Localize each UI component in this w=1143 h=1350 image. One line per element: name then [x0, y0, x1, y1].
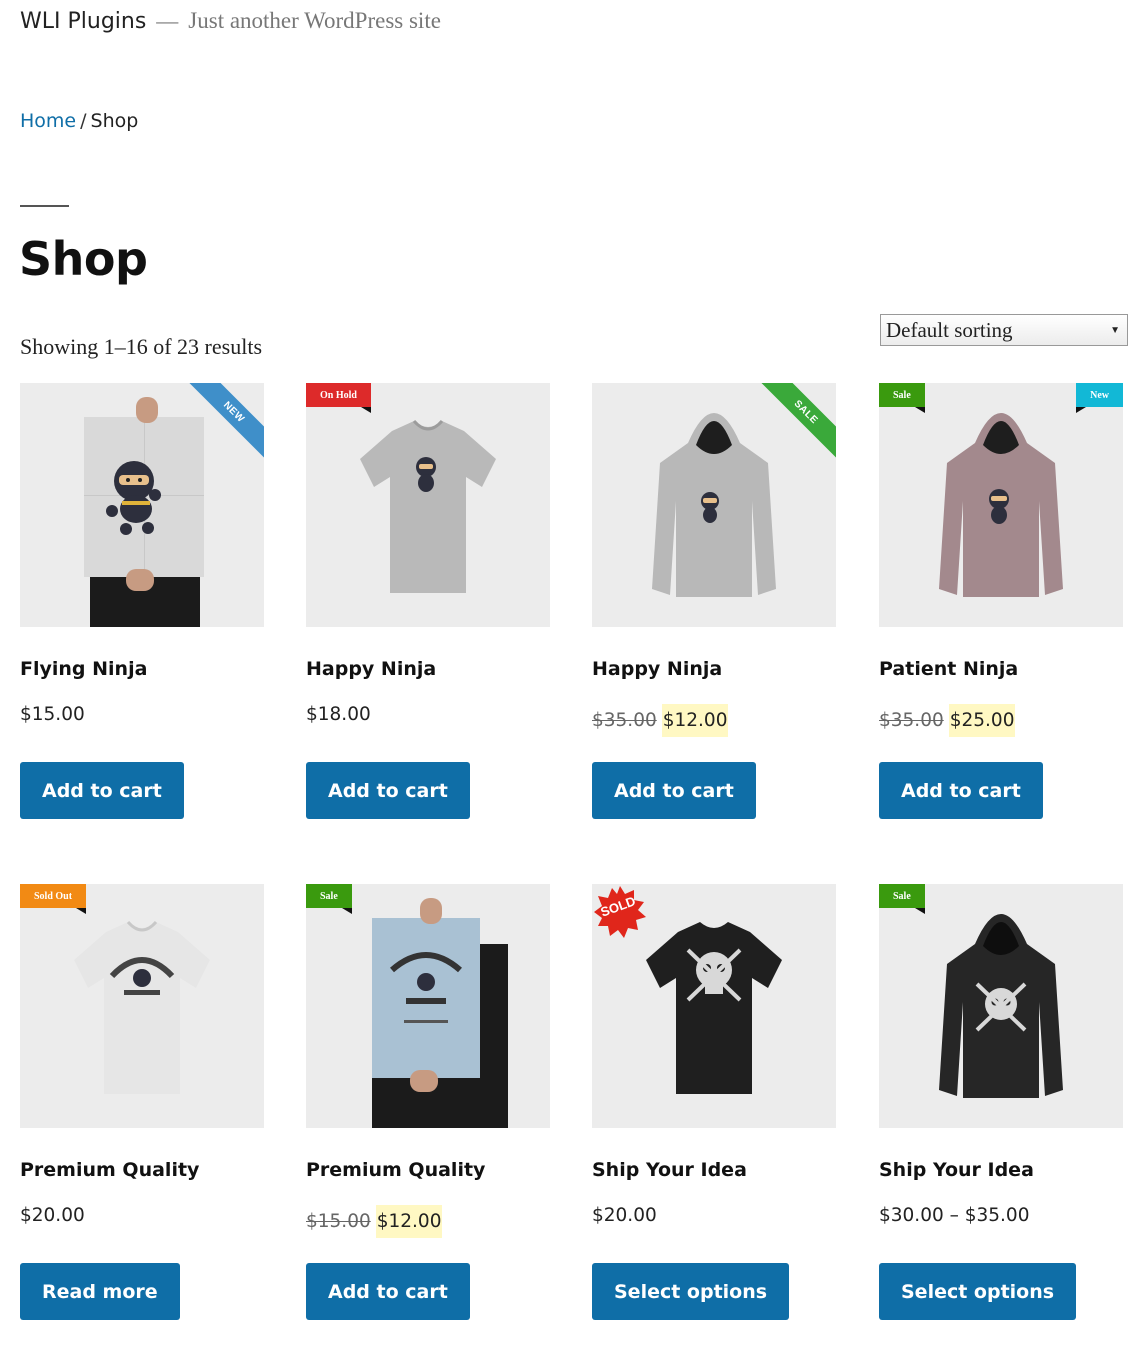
product-image[interactable]: Sale New — [879, 383, 1123, 627]
breadcrumb-separator: / — [80, 110, 87, 132]
product-title[interactable]: Ship Your Idea — [592, 1159, 747, 1181]
add-to-cart-button[interactable]: Add to cart — [20, 762, 184, 819]
product-price: $35.00 $25.00 — [879, 704, 1016, 737]
product-image[interactable]: SOLD — [592, 884, 836, 1128]
site-title[interactable]: WLI Plugins — [20, 9, 146, 34]
breadcrumb: Home / Shop — [20, 110, 138, 132]
sale-badge: Sale — [879, 383, 925, 413]
add-to-cart-button[interactable]: Add to cart — [306, 762, 470, 819]
product-image[interactable]: Sold Out — [20, 884, 264, 1128]
select-options-button[interactable]: Select options — [592, 1263, 790, 1320]
sale-badge: Sale — [306, 884, 352, 914]
product-title[interactable]: Ship Your Idea — [879, 1159, 1034, 1181]
price-amount: $20.00 — [20, 1205, 85, 1226]
product-title[interactable]: Premium Quality — [306, 1159, 485, 1181]
result-count: Showing 1–16 of 23 results — [20, 334, 262, 359]
site-title-separator: — — [156, 8, 179, 33]
product-image[interactable]: NEW — [20, 383, 264, 627]
add-to-cart-button[interactable]: Add to cart — [306, 1263, 470, 1320]
select-options-button[interactable]: Select options — [879, 1263, 1077, 1320]
breadcrumb-current: Shop — [90, 110, 139, 132]
product-title[interactable]: Flying Ninja — [20, 658, 147, 680]
product-price: $15.00 — [20, 704, 85, 725]
site-description: Just another WordPress site — [188, 8, 441, 33]
sold-out-badge: Sold Out — [20, 884, 87, 914]
breadcrumb-home-link[interactable]: Home — [20, 110, 76, 132]
product-price: $30.00 – $35.00 — [879, 1205, 1029, 1226]
product-title[interactable]: Happy Ninja — [306, 658, 436, 680]
ordering-select[interactable]: Default sorting ▼ — [880, 314, 1128, 346]
sale-price: $12.00 — [375, 1205, 443, 1238]
price-amount: $20.00 — [592, 1205, 657, 1226]
sale-badge: Sale — [879, 884, 925, 914]
product-price: $35.00 $12.00 — [592, 704, 729, 737]
regular-price: $35.00 — [592, 710, 657, 731]
tshirt-grey-image — [360, 419, 496, 593]
product-image[interactable]: SALE — [592, 383, 836, 627]
product-title[interactable]: Premium Quality — [20, 1159, 199, 1181]
title-divider — [20, 205, 69, 207]
add-to-cart-button[interactable]: Add to cart — [592, 762, 756, 819]
price-amount: $18.00 — [306, 704, 371, 725]
product-title[interactable]: Happy Ninja — [592, 658, 722, 680]
product-image[interactable]: Sale — [879, 884, 1123, 1128]
product-image[interactable]: Sale — [306, 884, 550, 1128]
hoodie-mauve-image — [939, 413, 1063, 597]
on-hold-badge: On Hold — [306, 383, 371, 413]
product-price: $20.00 — [592, 1205, 657, 1226]
hoodie-black-image — [939, 914, 1063, 1098]
product-price: $18.00 — [306, 704, 371, 725]
add-to-cart-button[interactable]: Add to cart — [879, 762, 1043, 819]
regular-price: $35.00 — [879, 710, 944, 731]
product-price: $15.00 $12.00 — [306, 1205, 443, 1238]
new-badge: New — [1076, 383, 1123, 413]
ordering-selected-value: Default sorting — [886, 317, 1013, 342]
sale-price: $25.00 — [948, 704, 1016, 737]
poster-woo-image — [372, 898, 508, 1128]
sale-price: $12.00 — [661, 704, 729, 737]
product-title[interactable]: Patient Ninja — [879, 658, 1018, 680]
price-range: $30.00 – $35.00 — [879, 1205, 1030, 1226]
product-image[interactable]: On Hold — [306, 383, 550, 627]
regular-price: $15.00 — [306, 1211, 371, 1232]
read-more-button[interactable]: Read more — [20, 1263, 180, 1320]
tshirt-white-image — [74, 920, 210, 1094]
price-amount: $15.00 — [20, 704, 85, 725]
chevron-down-icon: ▼ — [1110, 324, 1120, 336]
page-title: Shop — [19, 232, 148, 286]
product-price: $20.00 — [20, 1205, 85, 1226]
